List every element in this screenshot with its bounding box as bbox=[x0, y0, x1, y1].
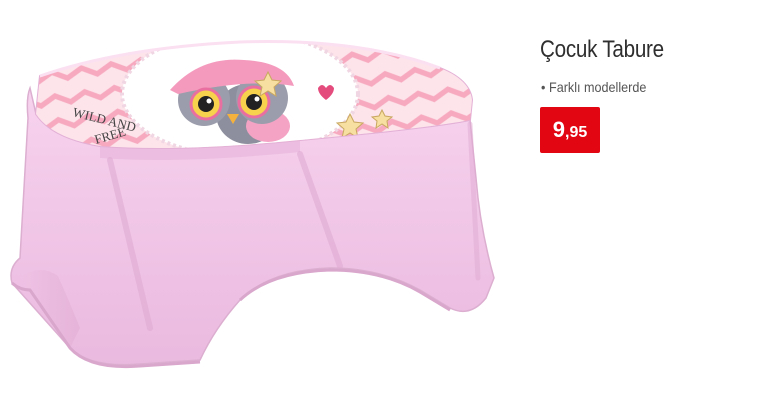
price-badge: 9, 95 bbox=[540, 107, 600, 153]
product-title: Çocuk Tabure bbox=[540, 36, 664, 63]
price-decimal: 95 bbox=[569, 123, 588, 141]
price-integer: 9 bbox=[552, 117, 565, 142]
bullet-icon: • bbox=[541, 79, 546, 95]
feature-line: • Farklı modellerde bbox=[541, 79, 646, 95]
product-image: WILD AND FREE bbox=[0, 28, 505, 398]
stool-illustration: WILD AND FREE bbox=[10, 40, 495, 369]
feature-text: Farklı modellerde bbox=[549, 79, 647, 95]
